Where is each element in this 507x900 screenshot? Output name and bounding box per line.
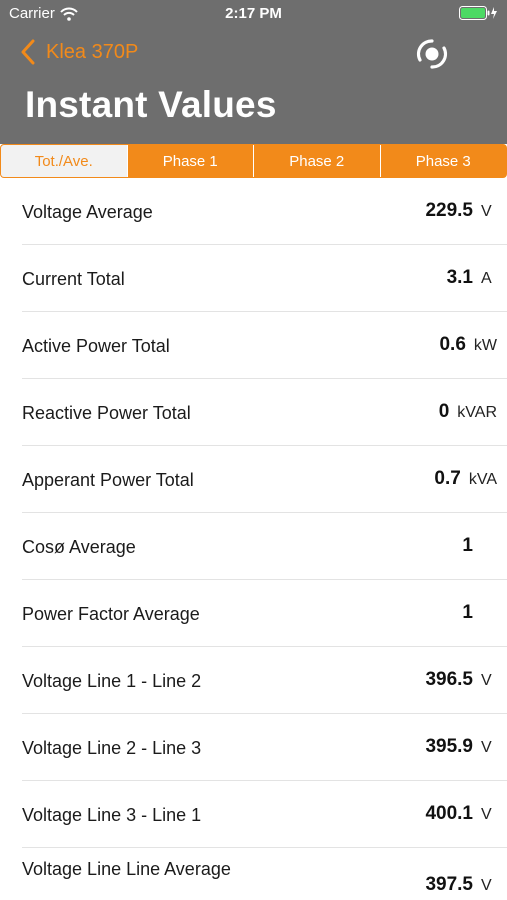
phase-segmented-control: Tot./Ave. Phase 1 Phase 2 Phase 3 bbox=[0, 144, 507, 178]
tab-phase-2[interactable]: Phase 2 bbox=[253, 145, 380, 177]
navigation-bar: Klea 370P bbox=[0, 28, 507, 78]
battery-icon bbox=[459, 6, 499, 20]
value-unit: kW bbox=[473, 337, 497, 354]
status-time: 2:17 PM bbox=[225, 5, 282, 22]
list-item: Voltage Average 229.5 V bbox=[22, 178, 507, 245]
value-unit: V bbox=[481, 739, 492, 756]
value-unit: V bbox=[481, 203, 492, 220]
value-unit: V bbox=[481, 877, 492, 894]
header: Carrier 2:17 PM Klea 370P Instant Values bbox=[0, 0, 507, 144]
app-screen: Carrier 2:17 PM Klea 370P Instant Values… bbox=[0, 0, 507, 900]
list-item: Reactive Power Total 0 kVAR bbox=[22, 379, 507, 446]
row-label: Cosø Average bbox=[22, 537, 136, 557]
page-title: Instant Values bbox=[25, 84, 277, 125]
tab-phase-1[interactable]: Phase 1 bbox=[126, 145, 253, 177]
row-label: Reactive Power Total bbox=[22, 403, 191, 423]
row-label: Current Total bbox=[22, 269, 125, 289]
row-label: Apperant Power Total bbox=[22, 470, 194, 490]
value-number: 1 bbox=[462, 602, 473, 623]
row-value: 1 bbox=[267, 602, 507, 624]
value-unit: V bbox=[481, 672, 492, 689]
value-number: 400.1 bbox=[425, 803, 473, 824]
value-unit: kVAR bbox=[457, 404, 497, 421]
value-number: 229.5 bbox=[425, 200, 473, 221]
row-value: 229.5 V bbox=[267, 200, 507, 222]
back-label: Klea 370P bbox=[46, 40, 139, 63]
list-item: Voltage Line Line Average 397.5 V bbox=[22, 848, 507, 900]
value-unit: kVA bbox=[468, 471, 497, 488]
back-button[interactable]: Klea 370P bbox=[20, 36, 138, 68]
value-number: 0.7 bbox=[434, 468, 461, 489]
list-item: Apperant Power Total 0.7 kVA bbox=[22, 446, 507, 513]
tab-tot-ave[interactable]: Tot./Ave. bbox=[1, 145, 127, 177]
row-label: Active Power Total bbox=[22, 336, 170, 356]
status-bar: Carrier 2:17 PM bbox=[0, 0, 507, 28]
row-label: Voltage Line Line Average bbox=[22, 859, 231, 879]
row-label: Power Factor Average bbox=[22, 604, 200, 624]
row-label: Voltage Line 3 - Line 1 bbox=[22, 805, 202, 825]
list-item: Power Factor Average 1 bbox=[22, 580, 507, 647]
row-value: 1 bbox=[267, 535, 507, 557]
values-list: Voltage Average 229.5 V Current Total 3.… bbox=[0, 178, 507, 900]
list-item: Active Power Total 0.6 kW bbox=[22, 312, 507, 379]
row-label: Voltage Line 1 - Line 2 bbox=[22, 671, 202, 691]
refresh-icon bbox=[416, 39, 448, 69]
list-item: Voltage Line 3 - Line 1 400.1 V bbox=[22, 781, 507, 848]
list-item: Voltage Line 1 - Line 2 396.5 V bbox=[22, 647, 507, 714]
value-number: 396.5 bbox=[425, 669, 473, 690]
value-number: 0.6 bbox=[439, 334, 466, 355]
row-value: 0.6 kW bbox=[267, 334, 507, 356]
row-label: Voltage Average bbox=[22, 202, 153, 222]
value-number: 0 bbox=[438, 401, 450, 422]
row-value: 0 kVAR bbox=[267, 401, 507, 423]
chevron-left-icon bbox=[20, 39, 36, 65]
value-unit: V bbox=[481, 806, 492, 823]
value-unit: A bbox=[481, 270, 492, 287]
value-number: 3.1 bbox=[446, 267, 473, 288]
row-value: 0.7 kVA bbox=[267, 468, 507, 490]
row-value: 396.5 V bbox=[267, 669, 507, 691]
row-value: 397.5 V bbox=[267, 874, 507, 896]
row-label: Voltage Line 2 - Line 3 bbox=[22, 738, 202, 758]
list-item: Current Total 3.1 A bbox=[22, 245, 507, 312]
value-number: 395.9 bbox=[425, 736, 473, 757]
value-number: 1 bbox=[462, 535, 473, 556]
row-value: 395.9 V bbox=[267, 736, 507, 758]
list-item: Cosø Average 1 bbox=[22, 513, 507, 580]
list-item: Voltage Line 2 - Line 3 395.9 V bbox=[22, 714, 507, 781]
row-value: 3.1 A bbox=[267, 267, 507, 289]
tab-phase-3[interactable]: Phase 3 bbox=[379, 145, 506, 177]
value-number: 397.5 bbox=[425, 874, 473, 895]
row-value: 400.1 V bbox=[267, 803, 507, 825]
refresh-button[interactable] bbox=[410, 34, 454, 74]
